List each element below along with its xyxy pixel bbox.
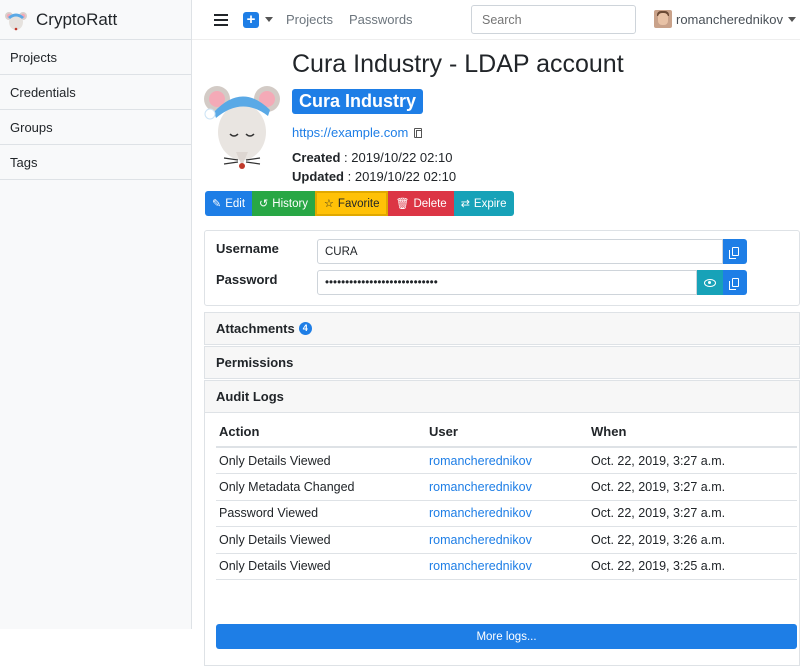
details-accordion: Attachments 4 Permissions Audit Logs Act… (204, 312, 800, 666)
column-header-user: User (426, 417, 588, 448)
history-icon: ↺ (259, 198, 269, 210)
history-button[interactable]: ↺ History (252, 191, 316, 216)
favorite-button[interactable]: ☆ Favorite (315, 191, 389, 216)
table-row: Only Metadata Changed romancherednikov O… (216, 473, 797, 501)
sidebar: CryptoRatt Projects Credentials Groups T… (0, 0, 192, 629)
history-label: History (272, 197, 309, 210)
project-badge[interactable]: Cura Industry (292, 89, 424, 114)
table-row: Only Details Viewed romancherednikov Oct… (216, 526, 797, 554)
table-header-row: Action User When (216, 417, 797, 448)
created-line: Created : 2019/10/22 02:10 (292, 150, 452, 165)
password-label: Password (216, 272, 278, 287)
attachments-header[interactable]: Attachments 4 (204, 312, 800, 345)
cell-user-link[interactable]: romancherednikov (426, 526, 588, 554)
cell-when: Oct. 22, 2019, 3:26 a.m. (588, 526, 797, 554)
audit-logs-label: Audit Logs (216, 389, 284, 404)
sidebar-item-credentials[interactable]: Credentials (0, 75, 191, 110)
cell-when: Oct. 22, 2019, 3:27 a.m. (588, 473, 797, 501)
password-field[interactable] (317, 270, 697, 295)
copy-icon (728, 278, 739, 290)
copy-username-button[interactable] (723, 239, 747, 264)
permissions-header[interactable]: Permissions (204, 346, 800, 379)
brand-name: CryptoRatt (36, 9, 118, 29)
permissions-label: Permissions (216, 355, 294, 370)
trash-icon: 🗑 (395, 198, 410, 210)
table-row: Only Details Viewed romancherednikov Oct… (216, 553, 797, 580)
audit-logs-body: Action User When Only Details Viewed rom… (204, 413, 800, 666)
top-navbar: + Projects Passwords romancherednikov (192, 0, 800, 40)
expire-button[interactable]: ⇄ Expire (453, 191, 514, 216)
rat-logo-icon (5, 11, 27, 30)
cell-action: Only Details Viewed (216, 526, 426, 554)
sidebar-item-tags[interactable]: Tags (0, 145, 191, 180)
sidebar-item-groups[interactable]: Groups (0, 110, 191, 145)
cell-when: Oct. 22, 2019, 3:27 a.m. (588, 447, 797, 474)
favorite-label: Favorite (337, 197, 380, 210)
audit-table: Action User When Only Details Viewed rom… (216, 417, 797, 580)
attachments-label: Attachments (216, 321, 295, 336)
delete-button[interactable]: 🗑 Delete (388, 191, 454, 216)
chevron-down-icon (787, 16, 796, 22)
created-value: : 2019/10/22 02:10 (340, 150, 453, 165)
cell-action: Only Metadata Changed (216, 473, 426, 501)
more-logs-button[interactable]: More logs... (216, 624, 797, 649)
copy-icon[interactable] (414, 127, 423, 138)
table-row: Password Viewed romancherednikov Oct. 22… (216, 500, 797, 527)
page-title: Cura Industry - LDAP account (292, 50, 624, 78)
table-row: Only Details Viewed romancherednikov Oct… (216, 447, 797, 474)
nav-passwords-link[interactable]: Passwords (349, 12, 413, 27)
username-field[interactable] (317, 239, 723, 264)
url-link[interactable]: https://example.com (292, 125, 408, 140)
user-menu[interactable]: romancherednikov (654, 10, 796, 28)
plus-icon[interactable]: + (243, 11, 259, 28)
cell-user-link[interactable]: romancherednikov (426, 500, 588, 527)
copy-icon (728, 247, 739, 259)
column-header-action: Action (216, 417, 426, 448)
exchange-icon: ⇄ (460, 198, 470, 210)
cell-action: Only Details Viewed (216, 447, 426, 474)
hamburger-icon[interactable] (214, 13, 228, 26)
chevron-down-icon[interactable] (265, 17, 273, 22)
sidebar-item-projects[interactable]: Projects (0, 40, 191, 75)
expire-label: Expire (473, 197, 507, 210)
audit-logs-header[interactable]: Audit Logs (204, 380, 800, 413)
updated-value: : 2019/10/22 02:10 (344, 169, 457, 184)
nav-projects-link[interactable]: Projects (286, 12, 333, 27)
brand[interactable]: CryptoRatt (0, 0, 191, 40)
cell-user-link[interactable]: romancherednikov (426, 553, 588, 580)
avatar (654, 10, 672, 28)
created-label: Created (292, 150, 341, 165)
cell-when: Oct. 22, 2019, 3:27 a.m. (588, 500, 797, 527)
cell-when: Oct. 22, 2019, 3:25 a.m. (588, 553, 797, 580)
action-toolbar: ✎ Edit ↺ History ☆ Favorite 🗑 Delete ⇄ Expire (205, 191, 514, 216)
edit-button[interactable]: ✎ Edit (205, 191, 253, 216)
updated-line: Updated : 2019/10/22 02:10 (292, 169, 456, 184)
cell-action: Only Details Viewed (216, 553, 426, 580)
edit-icon: ✎ (212, 198, 222, 210)
url-line: https://example.com (292, 125, 423, 140)
credential-card: Username Password (204, 230, 800, 306)
star-icon: ☆ (324, 198, 334, 210)
delete-label: Delete (413, 197, 447, 210)
user-name: romancherednikov (676, 11, 783, 27)
rat-mascot-icon (204, 86, 280, 169)
copy-password-button[interactable] (723, 270, 747, 295)
cell-user-link[interactable]: romancherednikov (426, 473, 588, 501)
cell-user-link[interactable]: romancherednikov (426, 447, 588, 474)
column-header-when: When (588, 417, 797, 448)
edit-label: Edit (225, 197, 246, 210)
username-label: Username (216, 241, 279, 256)
eye-icon (704, 278, 716, 287)
cell-action: Password Viewed (216, 500, 426, 527)
attachments-count-badge: 4 (298, 322, 312, 335)
updated-label: Updated (292, 169, 344, 184)
show-password-button[interactable] (697, 270, 723, 295)
search-input[interactable] (471, 5, 636, 34)
